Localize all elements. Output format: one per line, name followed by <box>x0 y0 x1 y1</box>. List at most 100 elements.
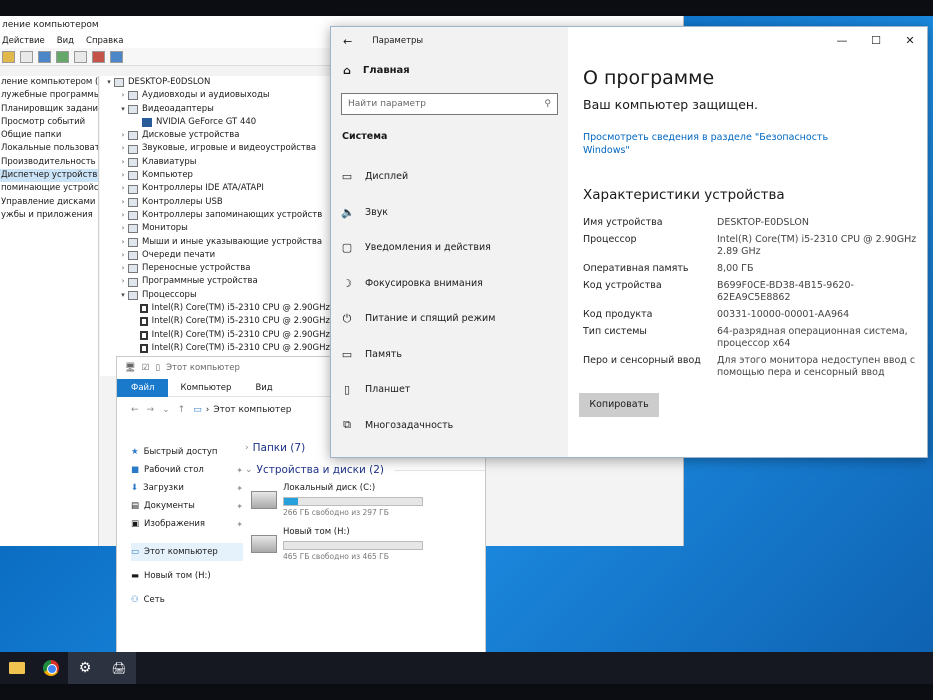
device-tree-row[interactable]: › Контроллеры IDE ATA/ATAPI <box>100 182 330 195</box>
nav-quick-access[interactable]: ★ Быстрый доступ <box>131 443 243 461</box>
copy-button[interactable]: Копировать <box>579 393 659 417</box>
console-shared-folders[interactable]: Общие папки <box>0 129 98 142</box>
console-event-viewer[interactable]: Просмотр событий <box>0 116 98 129</box>
menu-action[interactable]: Действие <box>2 34 45 48</box>
update-driver-icon[interactable] <box>56 50 69 63</box>
back-arrow-icon[interactable]: ← <box>343 35 352 48</box>
device-tree-row[interactable]: ▾ Процессоры <box>100 289 330 302</box>
maximize-icon[interactable]: ☐ <box>859 27 893 55</box>
nav-network[interactable]: ⚇ Сеть <box>131 591 243 609</box>
chevron-right-icon[interactable]: › <box>118 89 128 102</box>
nav-desktop[interactable]: ■ Рабочий стол ✦ <box>131 461 243 479</box>
forward-arrow-icon[interactable]: → <box>147 405 155 415</box>
settings-icon[interactable]: ⚙ <box>68 652 102 684</box>
device-tree-row[interactable]: ▾ Видеоадаптеры <box>100 103 330 116</box>
chevron-down-icon[interactable]: ▾ <box>104 76 114 89</box>
nav-images[interactable]: ▣ Изображения ✦ <box>131 515 243 533</box>
up-arrow-icon[interactable]: ↑ <box>178 405 186 415</box>
chevron-right-icon[interactable]: › <box>118 236 128 249</box>
chrome-icon[interactable] <box>34 652 68 684</box>
group-devices[interactable]: ⌄ Устройства и диски (2) <box>245 459 485 481</box>
back-arrow-icon[interactable]: ← <box>131 405 139 415</box>
settings-nav-item[interactable]: ▭ Память <box>331 337 568 373</box>
device-tree-row[interactable]: Intel(R) Core(TM) i5-2310 CPU @ 2.90GHz <box>100 329 330 342</box>
device-tree-row[interactable]: › Очереди печати <box>100 249 330 262</box>
device-tree-row[interactable]: ▾ DESKTOP-E0DSLON <box>100 76 330 89</box>
device-manager-icon[interactable]: 🖨 <box>102 652 136 684</box>
console-device-manager[interactable]: Диспетчер устройств <box>0 169 98 183</box>
help-icon[interactable] <box>38 50 51 63</box>
settings-home[interactable]: ⌂ Главная <box>331 55 568 85</box>
device-tree-row[interactable]: › Программные устройства <box>100 275 330 288</box>
chevron-right-icon[interactable]: › <box>118 142 128 155</box>
nav-new-volume[interactable]: ▬ Новый том (H:) <box>131 567 243 585</box>
settings-nav-item[interactable]: ⧉ Многозадачность <box>331 408 568 444</box>
chevron-right-icon[interactable]: › <box>118 249 128 262</box>
device-tree-row[interactable]: › Контроллеры запоминающих устройств <box>100 209 330 222</box>
menu-help[interactable]: Справка <box>86 34 123 48</box>
close-icon[interactable]: ✕ <box>893 27 927 55</box>
device-tree-row[interactable]: NVIDIA GeForce GT 440 <box>100 116 330 129</box>
uninstall-icon[interactable] <box>92 50 105 63</box>
device-tree-row[interactable]: Intel(R) Core(TM) i5-2310 CPU @ 2.90GHz <box>100 342 330 355</box>
console-disk-management[interactable]: Управление дисками <box>0 196 98 209</box>
settings-search-input[interactable]: Найти параметр ⚲ <box>341 93 558 115</box>
device-tree-row[interactable]: › Звуковые, игровые и видеоустройства <box>100 142 330 155</box>
nav-downloads[interactable]: ⬇ Загрузки ✦ <box>131 479 243 497</box>
spec-value[interactable]: Intel(R) Core(TM) i5-2310 CPU @ 2.90GHz … <box>717 234 917 258</box>
console-performance[interactable]: Производительность <box>0 156 98 169</box>
spec-value[interactable]: 8,00 ГБ <box>717 263 917 275</box>
folder-icon[interactable] <box>2 50 15 63</box>
settings-nav-item[interactable]: ▢ Уведомления и действия <box>331 230 568 266</box>
device-tree-row[interactable]: › Аудиовходы и аудиовыходы <box>100 89 330 102</box>
monitor-icon[interactable] <box>110 50 123 63</box>
console-system-tools[interactable]: лужебные программы <box>0 89 98 102</box>
menu-view[interactable]: Вид <box>57 34 74 48</box>
console-local-users[interactable]: Локальные пользовате <box>0 142 98 155</box>
device-tree-row[interactable]: › Компьютер <box>100 169 330 182</box>
device-tree-row[interactable]: › Контроллеры USB <box>100 196 330 209</box>
device-tree-row[interactable]: › Мониторы <box>100 222 330 235</box>
properties-icon[interactable] <box>20 50 33 63</box>
nav-documents[interactable]: ▤ Документы ✦ <box>131 497 243 515</box>
minimize-icon[interactable]: — <box>825 27 859 55</box>
chevron-right-icon[interactable]: › <box>118 275 128 288</box>
spec-value[interactable]: B699F0CE-BD38-4B15-9620-62EA9C5E8862 <box>717 280 917 304</box>
chevron-right-icon[interactable]: › <box>118 209 128 222</box>
settings-nav-item[interactable]: ▭ Дисплей <box>331 159 568 195</box>
security-link[interactable]: Просмотреть сведения в разделе "Безопасн… <box>583 131 833 157</box>
spec-value[interactable]: DESKTOP-E0DSLON <box>717 217 917 229</box>
spec-value[interactable]: 00331-10000-00001-AA964 <box>717 309 917 321</box>
nav-this-pc[interactable]: ▭ Этот компьютер <box>131 543 243 561</box>
scan-icon[interactable] <box>74 50 87 63</box>
ribbon-file-tab[interactable]: Файл <box>117 378 169 397</box>
recent-chevron-icon[interactable]: ⌄ <box>162 405 170 415</box>
console-services[interactable]: ужбы и приложения <box>0 209 98 222</box>
chevron-right-icon[interactable]: › <box>118 156 128 169</box>
folder-icon[interactable]: ▯ <box>155 363 160 373</box>
settings-nav-item[interactable]: ☽ Фокусировка внимания <box>331 266 568 302</box>
chevron-right-icon[interactable]: › <box>118 196 128 209</box>
device-tree-row[interactable]: › Дисковые устройства <box>100 129 330 142</box>
device-tree-row[interactable]: Intel(R) Core(TM) i5-2310 CPU @ 2.90GHz <box>100 315 330 328</box>
chevron-right-icon[interactable]: › <box>118 129 128 142</box>
device-tree-row[interactable]: Intel(R) Core(TM) i5-2310 CPU @ 2.90GHz <box>100 302 330 315</box>
search-icon[interactable]: ⚲ <box>544 99 551 109</box>
chevron-right-icon[interactable]: › <box>118 222 128 235</box>
settings-nav-item[interactable]: ⏻ Питание и спящий режим <box>331 301 568 337</box>
chevron-right-icon[interactable]: › <box>118 262 128 275</box>
ribbon-view-tab[interactable]: Вид <box>243 383 284 393</box>
address-path[interactable]: ▭ › Этот компьютер <box>193 405 291 415</box>
console-task-scheduler[interactable]: Планировщик заданий <box>0 103 98 116</box>
console-root[interactable]: ление компьютером (л <box>0 76 98 89</box>
settings-nav-item[interactable]: 🔈 Звук <box>331 195 568 231</box>
file-explorer-icon[interactable] <box>0 652 34 684</box>
drive-c[interactable]: Локальный диск (C:) 266 ГБ свободно из 2… <box>245 481 485 525</box>
drive-h[interactable]: Новый том (H:) 465 ГБ свободно из 465 ГБ <box>245 525 485 569</box>
device-tree-row[interactable]: › Переносные устройства <box>100 262 330 275</box>
chevron-right-icon[interactable]: › <box>118 182 128 195</box>
checkbox-icon[interactable]: ☑ <box>142 363 150 373</box>
device-tree-row[interactable]: › Клавиатуры <box>100 156 330 169</box>
console-storage[interactable]: поминающие устройст <box>0 182 98 195</box>
spec-value[interactable]: 64-разрядная операционная система, проце… <box>717 326 917 350</box>
